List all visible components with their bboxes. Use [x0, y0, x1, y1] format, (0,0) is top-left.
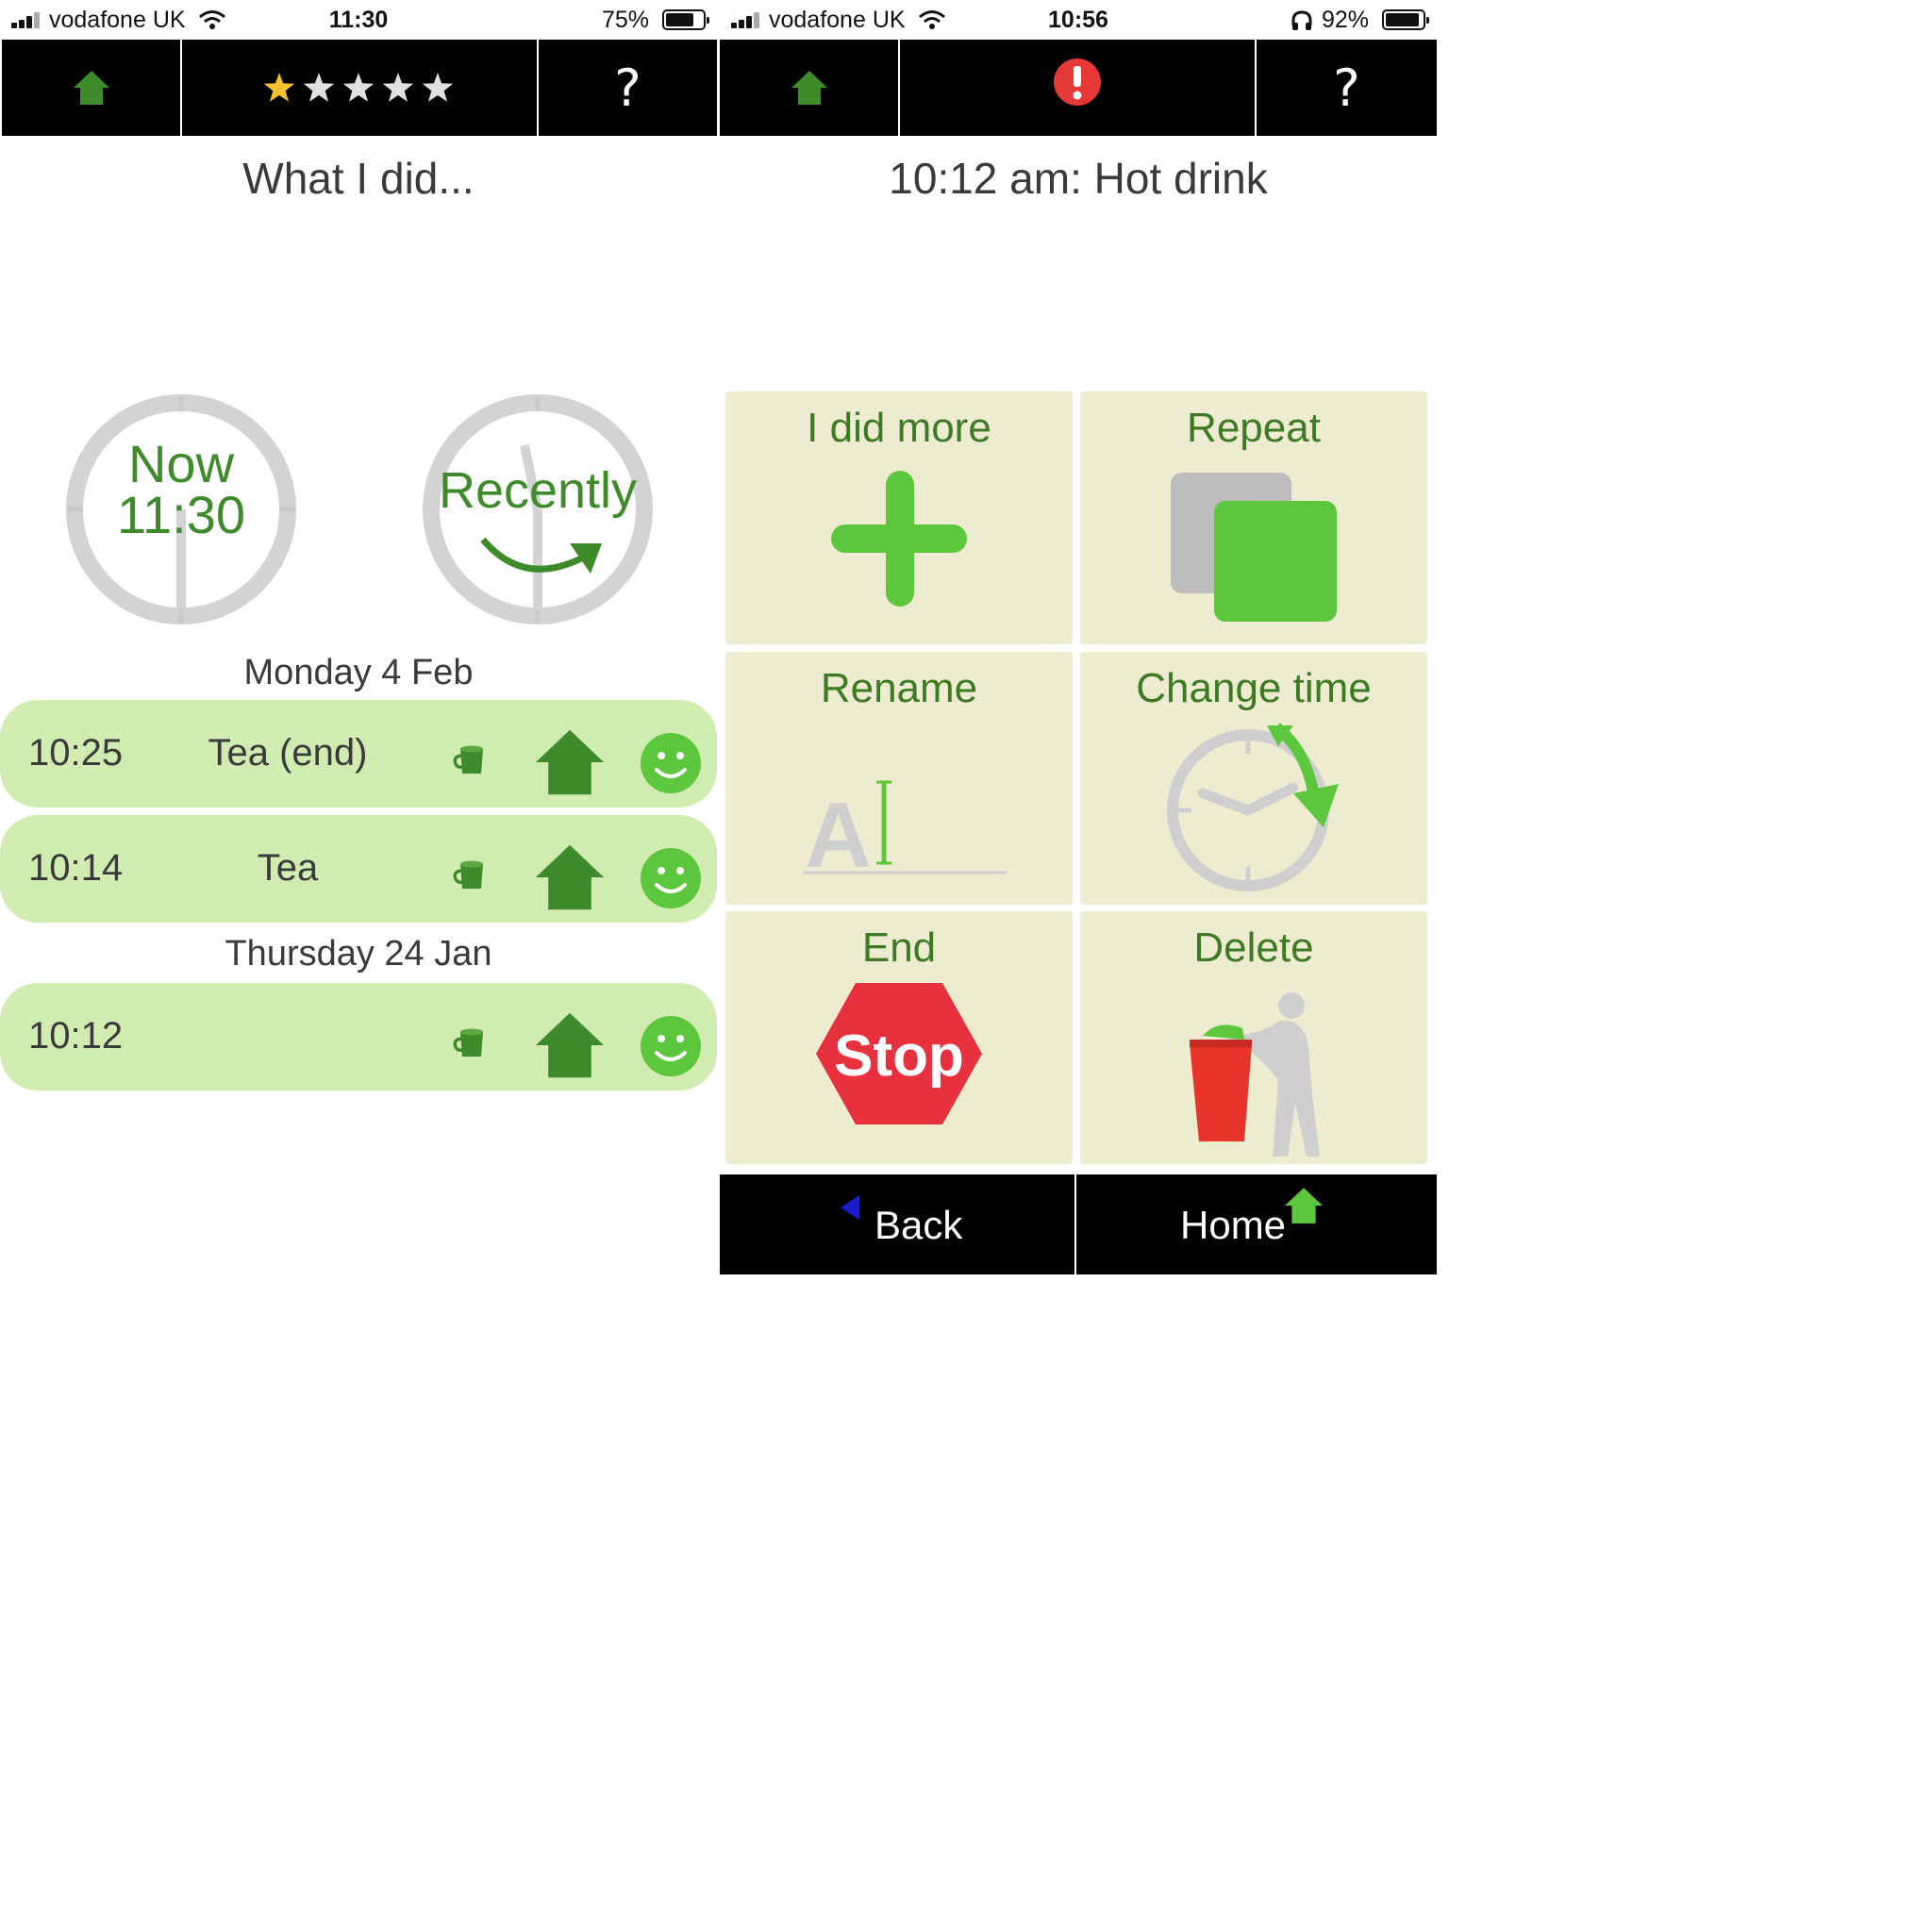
did-more-button[interactable]: I did more: [725, 391, 1073, 644]
cup-icon: [453, 1028, 483, 1057]
cup-icon: [453, 860, 483, 889]
tile-label: I did more: [807, 405, 991, 451]
plus-icon: [831, 471, 967, 607]
home-icon: [535, 1012, 605, 1078]
stop-sign-text: Stop: [834, 1024, 964, 1089]
day-header: Monday 4 Feb: [243, 653, 474, 692]
back-label: Back: [874, 1203, 963, 1247]
activity-time: 10:25: [28, 732, 124, 774]
activity-row[interactable]: 10:14 Tea: [0, 815, 717, 923]
home-icon: [1285, 1188, 1323, 1224]
battery-icon: [662, 9, 709, 30]
battery-icon: [1382, 9, 1429, 30]
trash-icon: [1190, 992, 1320, 1157]
activity-name: Tea: [257, 847, 319, 889]
activity-time: 10:12: [28, 1015, 124, 1057]
page-title: 10:12 am: Hot drink: [889, 154, 1268, 203]
star-empty-icon: [342, 73, 375, 102]
tile-label: Repeat: [1187, 405, 1321, 451]
star-empty-icon: [303, 73, 335, 102]
top-nav-bar: ?: [0, 40, 717, 136]
activity-row[interactable]: 10:12: [0, 983, 717, 1091]
smiley-icon: [641, 1016, 701, 1076]
alert-icon: [1054, 58, 1101, 106]
home-bottom-button[interactable]: Home: [1076, 1174, 1437, 1274]
end-button[interactable]: End Stop: [725, 911, 1073, 1164]
cup-icon: [453, 745, 483, 774]
day-header: Thursday 24 Jan: [225, 934, 492, 974]
now-button[interactable]: Now 11:30: [62, 391, 300, 628]
star-empty-icon: [422, 73, 454, 102]
clock-change-icon: [1167, 723, 1339, 891]
duplicate-icon: [1171, 473, 1337, 622]
battery-percent: 75%: [601, 7, 649, 33]
rename-button[interactable]: Rename A: [725, 652, 1073, 905]
home-label: Home: [1180, 1203, 1287, 1247]
help-button[interactable]: ?: [1257, 40, 1437, 136]
activity-detail-screen: vodafone UK 10:56 92% ? 10:12 am: Hot dr…: [720, 0, 1437, 1275]
activity-name: Tea (end): [208, 732, 368, 774]
smiley-icon: [641, 733, 701, 793]
alert-button[interactable]: [900, 40, 1255, 136]
home-button[interactable]: [2, 40, 180, 136]
now-time: 11:30: [117, 485, 245, 544]
tile-label: Rename: [820, 665, 978, 711]
page-title: What I did...: [242, 154, 475, 203]
help-button[interactable]: ?: [539, 40, 717, 136]
status-bar: vodafone UK 11:30 75%: [0, 0, 717, 40]
tile-label: End: [861, 924, 937, 971]
change-time-button[interactable]: Change time: [1080, 652, 1427, 905]
what-i-did-screen: vodafone UK 11:30 75% ? What I did... No…: [0, 0, 717, 1275]
now-label: Now: [127, 434, 235, 493]
back-button[interactable]: Back: [720, 1174, 1074, 1274]
home-icon: [791, 71, 827, 105]
status-bar: vodafone UK 10:56 92%: [720, 0, 1437, 40]
star-empty-icon: [382, 73, 414, 102]
home-icon: [535, 729, 605, 795]
home-button[interactable]: [720, 40, 898, 136]
recently-label: Recently: [438, 462, 638, 519]
activity-row[interactable]: 10:25 Tea (end): [0, 700, 717, 808]
arrow-icon: [480, 537, 602, 574]
svg-text:A: A: [805, 783, 872, 882]
headphones-icon: [1291, 10, 1312, 30]
back-arrow-icon: [841, 1195, 859, 1220]
top-nav-bar: ?: [720, 40, 1437, 136]
recently-button[interactable]: Recently: [419, 391, 657, 628]
home-icon: [535, 844, 605, 910]
delete-button[interactable]: Delete: [1080, 911, 1427, 1164]
star-rating: [263, 73, 454, 102]
help-label: ?: [614, 58, 641, 118]
tile-label: Change time: [1136, 665, 1372, 711]
battery-percent: 92%: [1321, 7, 1369, 33]
rating-button[interactable]: [182, 40, 537, 136]
repeat-button[interactable]: Repeat: [1080, 391, 1427, 644]
text-cursor-icon: A: [803, 780, 1007, 882]
star-filled-icon: [263, 73, 295, 102]
home-icon: [73, 71, 109, 105]
help-label: ?: [1333, 58, 1360, 118]
activity-time: 10:14: [28, 847, 124, 889]
tile-label: Delete: [1193, 924, 1314, 971]
smiley-icon: [641, 848, 701, 908]
